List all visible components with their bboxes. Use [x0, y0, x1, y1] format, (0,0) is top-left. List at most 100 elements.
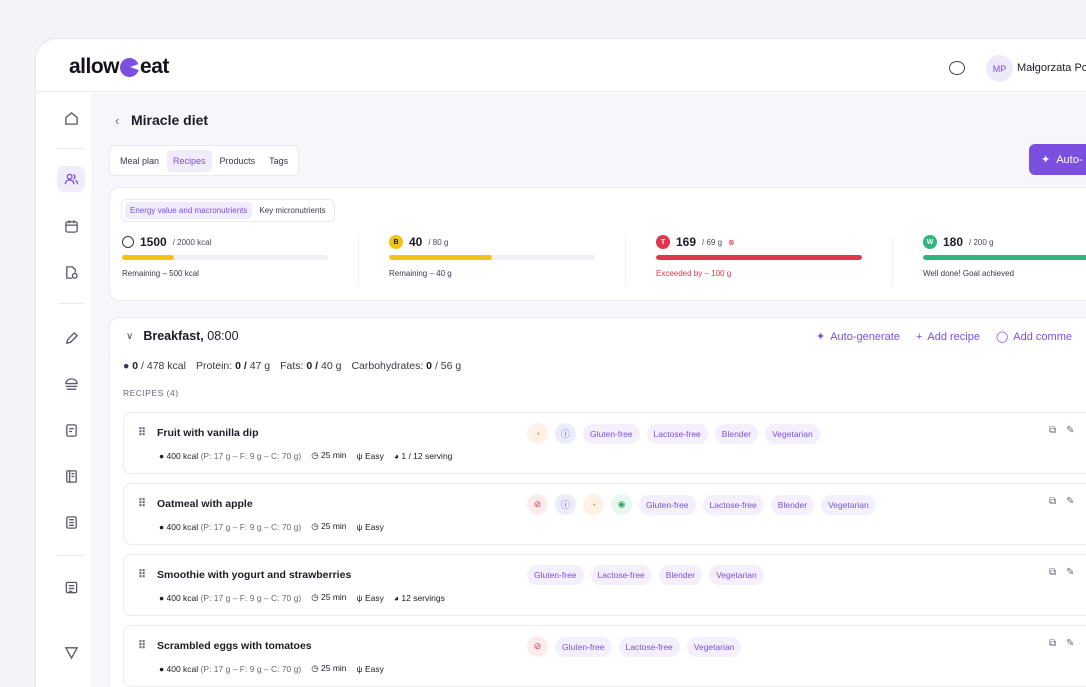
flame-icon: ●	[159, 592, 165, 603]
warning-icon[interactable]: ◔	[527, 423, 548, 444]
checklist-icon[interactable]	[57, 574, 85, 600]
recipe-tag: Blender	[658, 565, 703, 585]
chevron-down-icon[interactable]: ∨	[126, 331, 133, 342]
meal-macros: ● 0 / 478 kcal Protein: 0 / 47 g Fats: 0…	[123, 360, 461, 372]
meal-actions: ✦ Auto-generate + Add recipe ◯ Add comme	[816, 330, 1072, 344]
protein-progress-fill	[389, 255, 492, 260]
tab-tags[interactable]: Tags	[263, 150, 294, 172]
metric-divider	[358, 238, 359, 285]
plus-icon: +	[915, 330, 923, 343]
recipe-info: ● 400 kcal (P: 17 g – F: 9 g – C: 70 g) …	[159, 663, 384, 674]
energy-flame-icon	[122, 236, 134, 248]
recipe-info: ● 400 kcal (P: 17 g – F: 9 g – C: 70 g) …	[159, 521, 384, 532]
recipe-kcal: 400 kcal	[166, 521, 199, 532]
auto-generate-link[interactable]: ✦ Auto-generate	[816, 330, 900, 344]
edit-icon[interactable]: ✎	[1066, 496, 1074, 507]
energy-metric: 1500 / 2000 kcal Remaining – 500 kcal	[122, 234, 328, 278]
tab-energy-macros[interactable]: Energy value and macronutrients	[125, 202, 253, 219]
edit-icon[interactable]: ✎	[1066, 425, 1074, 436]
tab-products[interactable]: Products	[214, 150, 262, 172]
carbs-progress-bar	[923, 255, 1086, 260]
edit-icon[interactable]: ✎	[1066, 638, 1074, 649]
fats-consumed: 0 /	[306, 360, 319, 372]
warning-icon[interactable]: ◔	[583, 494, 604, 515]
send-icon[interactable]	[57, 639, 85, 665]
recipe-info: ● 400 kcal (P: 17 g – F: 9 g – C: 70 g) …	[159, 592, 445, 603]
list-document-icon[interactable]	[57, 509, 85, 535]
tab-meal-plan[interactable]: Meal plan	[114, 150, 165, 172]
recipe-row[interactable]: ⠿ Scrambled eggs with tomatoes ● 400 kca…	[123, 625, 1086, 687]
recipe-tag: Lactose-free	[618, 636, 680, 657]
recipe-macros: (P: 17 g – F: 9 g – C: 70 g)	[200, 592, 302, 603]
recipe-kcal: 400 kcal	[166, 592, 199, 603]
recipe-macros: (P: 17 g – F: 9 g – C: 70 g)	[200, 521, 302, 532]
logo-text-eat: eat	[140, 55, 169, 78]
meal-header[interactable]: ∨ Breakfast, 08:00	[126, 329, 239, 343]
tab-micronutrients[interactable]: Key micronutrients	[254, 202, 330, 219]
carbs-metric: W 180 / 200 g Well done! Goal achieved	[923, 234, 1086, 278]
document-clock-icon[interactable]	[57, 259, 85, 285]
notebook-icon[interactable]	[57, 463, 85, 489]
copy-icon[interactable]: ⧉	[1049, 567, 1056, 578]
leaf-icon[interactable]: ◉	[611, 494, 632, 515]
no-entry-icon[interactable]: ⊘	[527, 636, 548, 657]
carbs-badge-icon: W	[923, 235, 937, 249]
copy-icon[interactable]: ⧉	[1049, 638, 1056, 649]
recipe-tag: Vegetarian	[709, 565, 764, 585]
servings-icon: ◕	[393, 450, 399, 461]
recipe-tags: Gluten-free Lactose-free Blender Vegetarian	[527, 565, 764, 585]
burger-icon[interactable]	[57, 371, 85, 397]
chat-icon[interactable]	[949, 61, 965, 75]
info-icon[interactable]: ⓘ	[555, 494, 576, 515]
app-logo[interactable]: allow eat	[69, 55, 169, 79]
info-icon[interactable]: ⓘ	[555, 423, 576, 444]
recipe-book-icon[interactable]	[57, 417, 85, 443]
recipe-row[interactable]: ⠿ Oatmeal with apple ● 400 kcal (P: 17 g…	[123, 483, 1086, 545]
recipe-time: 25 min	[321, 521, 347, 531]
recipe-difficulty: Easy	[364, 450, 384, 461]
recipe-name[interactable]: Scrambled eggs with tomatoes	[157, 640, 312, 652]
cutlery-icon: ψ	[356, 450, 363, 461]
recipe-actions: ⧉ ✎	[1049, 638, 1075, 649]
recipes-section-label: RECIPES (4)	[123, 388, 179, 398]
recipe-name[interactable]: Smoothie with yogurt and strawberries	[157, 569, 351, 581]
drag-handle-icon[interactable]: ⠿	[138, 497, 146, 510]
recipe-name[interactable]: Fruit with vanilla dip	[157, 427, 259, 439]
breakfast-meal-card: ∨ Breakfast, 08:00 ✦ Auto-generate + Add re…	[109, 317, 1086, 687]
recipe-tag: Blender	[714, 423, 759, 444]
add-comment-link[interactable]: ◯ Add comme	[996, 330, 1072, 344]
recipe-difficulty: Easy	[364, 592, 384, 603]
cutlery-icon: ψ	[356, 521, 363, 532]
tab-recipes[interactable]: Recipes	[167, 149, 212, 172]
users-icon[interactable]	[57, 166, 85, 192]
avatar[interactable]: MP	[986, 55, 1013, 82]
recipe-tag: Blender	[770, 494, 815, 515]
recipe-servings: 12 servings	[401, 592, 445, 603]
fats-label: Fats:	[280, 360, 304, 372]
recipe-row[interactable]: ⠿ Fruit with vanilla dip ● 400 kcal (P: …	[123, 412, 1086, 474]
sidebar-divider	[58, 303, 84, 304]
summary-tab-bar: Energy value and macronutrients Key micr…	[121, 199, 335, 222]
auto-generate-button-label: Auto-	[1056, 153, 1083, 166]
copy-icon[interactable]: ⧉	[1049, 425, 1056, 436]
recipe-tag: Gluten-free	[527, 565, 584, 585]
flame-icon: ●	[159, 450, 165, 461]
no-entry-icon[interactable]: ⊘	[527, 494, 548, 515]
recipe-servings: 1 / 12 serving	[401, 450, 453, 461]
calendar-icon[interactable]	[57, 213, 85, 239]
copy-icon[interactable]: ⧉	[1049, 496, 1056, 507]
add-recipe-link[interactable]: + Add recipe	[916, 330, 980, 343]
energy-total: / 2000 kcal	[172, 237, 212, 247]
drag-handle-icon[interactable]: ⠿	[138, 568, 146, 581]
drag-handle-icon[interactable]: ⠿	[138, 639, 146, 652]
back-icon[interactable]: ‹	[115, 113, 119, 128]
drag-handle-icon[interactable]: ⠿	[138, 426, 146, 439]
auto-generate-button[interactable]: ✦ Auto-	[1029, 144, 1086, 175]
home-icon[interactable]	[57, 105, 85, 131]
edit-icon[interactable]: ✎	[1066, 567, 1074, 578]
recipe-name[interactable]: Oatmeal with apple	[157, 498, 253, 510]
user-name[interactable]: Małgorzata Po	[1017, 62, 1086, 74]
recipe-row[interactable]: ⠿ Smoothie with yogurt and strawberries …	[123, 554, 1086, 616]
pencil-icon[interactable]	[57, 325, 85, 351]
protein-consumed: 0 /	[235, 360, 247, 372]
